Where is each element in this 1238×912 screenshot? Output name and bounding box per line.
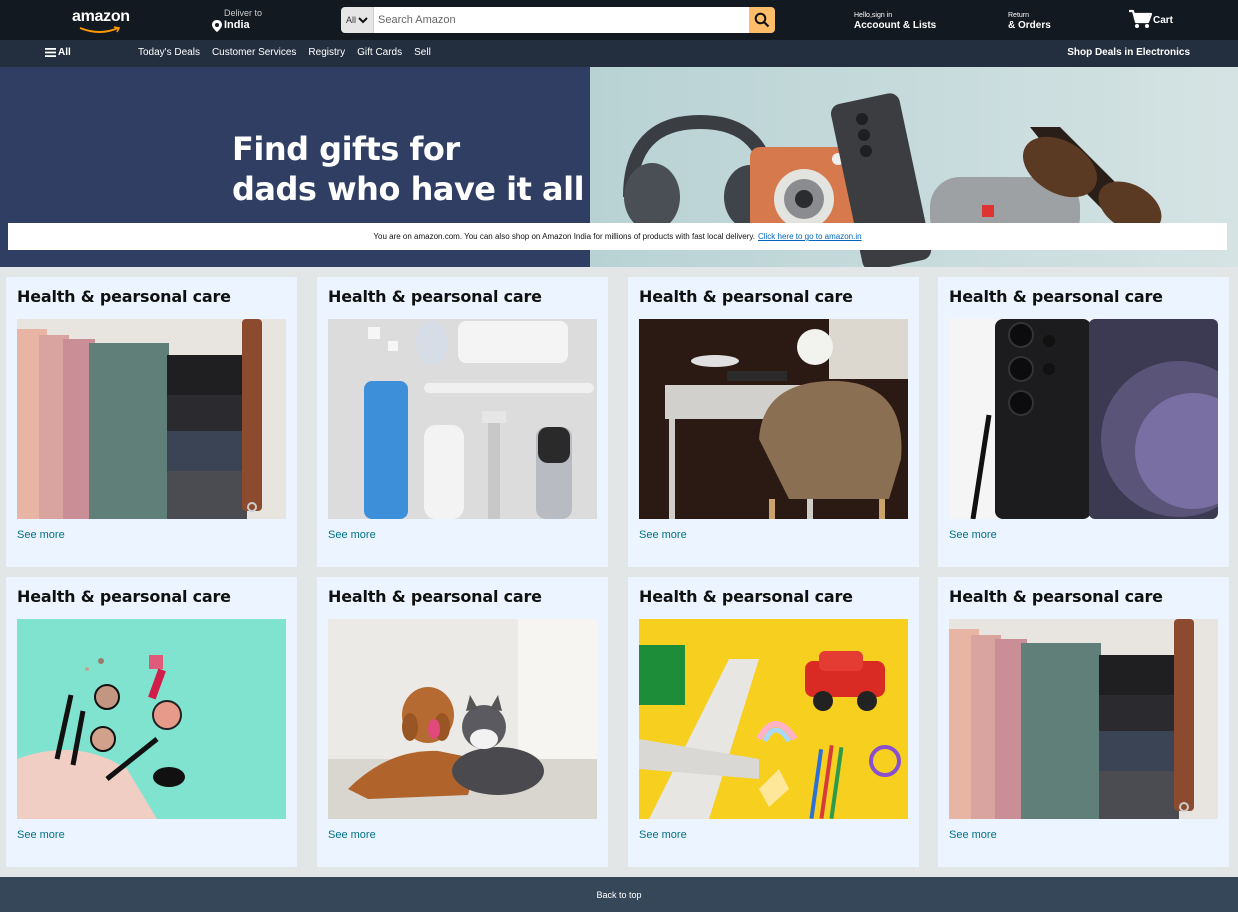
account-greeting: Hello,sign in (854, 12, 893, 19)
returns-label: Return (1008, 12, 1030, 19)
see-more-link[interactable]: See more (328, 829, 376, 841)
hero-headline: Find gifts for dads who have it all (232, 129, 585, 209)
card-title: Health & pearsonal care (639, 587, 853, 606)
nav-bar: All Today's Deals Customer Services Regi… (0, 40, 1238, 67)
see-more-link[interactable]: See more (328, 529, 376, 541)
back-to-top-bar[interactable]: Back to top (0, 877, 1238, 912)
search-icon (754, 12, 770, 28)
deliver-label: Deliver to (224, 8, 263, 18)
back-to-top-label: Back to top (596, 889, 642, 900)
see-more-link[interactable]: See more (17, 529, 65, 541)
location-pin-icon (212, 19, 222, 32)
see-more-link[interactable]: See more (949, 529, 997, 541)
card-title: Health & pearsonal care (639, 287, 853, 306)
category-card: Health & pearsonal care See more (317, 577, 608, 867)
card-image-hangers[interactable] (17, 319, 286, 519)
card-image-dog-and-cat[interactable] (328, 619, 597, 819)
all-menu-label: All (58, 47, 71, 58)
see-more-link[interactable]: See more (949, 829, 997, 841)
category-card: Health & pearsonal care See more (6, 277, 297, 567)
logo-smile-icon (79, 26, 121, 33)
orders-label: & Orders (1008, 20, 1051, 31)
category-card: Health & pearsonal care See more (628, 577, 919, 867)
card-image-makeup[interactable] (17, 619, 286, 819)
card-title: Health & pearsonal care (328, 587, 542, 606)
nav-link-todays-deals[interactable]: Today's Deals (138, 47, 200, 58)
search-bar: All (341, 7, 775, 33)
account-label: Accoount & Lists (854, 20, 937, 31)
returns-and-orders[interactable]: Return & Orders (1008, 12, 1051, 31)
cart-label: Cart (1153, 15, 1174, 26)
search-category-label: All (345, 15, 356, 25)
locale-notice-text: You are on amazon.com. You can also shop… (373, 232, 755, 241)
see-more-link[interactable]: See more (639, 829, 687, 841)
all-menu-button[interactable]: All (45, 47, 71, 58)
card-image-hangers[interactable] (949, 619, 1218, 819)
amazon-logo[interactable]: amazon (72, 8, 130, 34)
search-input[interactable] (374, 7, 749, 33)
category-card: Health & pearsonal care See more (938, 277, 1229, 567)
category-card: Health & pearsonal care See more (6, 577, 297, 867)
deliver-to[interactable]: Deliver to India (212, 8, 262, 32)
category-card-grid: Health & pearsonal care See more Health … (6, 277, 1229, 867)
nav-links: Today's Deals Customer Services Registry… (138, 47, 431, 58)
logo-text: amazon (72, 8, 130, 25)
search-button[interactable] (749, 7, 775, 33)
nav-link-sell[interactable]: Sell (414, 47, 431, 58)
top-bar: amazon Deliver to India All Search Amazo… (0, 0, 1238, 40)
category-card: Health & pearsonal care See more (938, 577, 1229, 867)
nav-link-gift-cards[interactable]: Gift Cards (357, 47, 402, 58)
deliver-location: India (224, 19, 250, 31)
nav-link-shop-deals-electronics[interactable]: Shop Deals in Electronics (1067, 47, 1190, 58)
category-card: Health & pearsonal care See more (628, 277, 919, 567)
amazon-in-link[interactable]: Click here to go to amazon.in (758, 232, 862, 241)
card-image-toys[interactable] (639, 619, 908, 819)
account-and-lists[interactable]: Hello,sign in Accoount & Lists (854, 12, 936, 31)
card-image-smartphone[interactable] (949, 319, 1218, 519)
cart-icon (1129, 9, 1152, 28)
category-card: Health & pearsonal care See more (317, 277, 608, 567)
search-category-select[interactable]: All (341, 7, 374, 33)
card-image-desk-chair[interactable] (639, 319, 908, 519)
cart-button[interactable]: Cart (1128, 9, 1173, 29)
hero-headline-line1: Find gifts for (232, 130, 460, 168)
hero-headline-line2: dads who have it all (232, 170, 585, 208)
card-title: Health & pearsonal care (949, 287, 1163, 306)
nav-link-registry[interactable]: Registry (308, 47, 345, 58)
card-title: Health & pearsonal care (328, 287, 542, 306)
nav-link-customer-services[interactable]: Customer Services (212, 47, 296, 58)
card-title: Health & pearsonal care (17, 587, 231, 606)
see-more-link[interactable]: See more (639, 529, 687, 541)
see-more-link[interactable]: See more (17, 829, 65, 841)
hamburger-menu-icon (45, 48, 56, 57)
card-title: Health & pearsonal care (17, 287, 231, 306)
card-title: Health & pearsonal care (949, 587, 1163, 606)
card-image-toiletries[interactable] (328, 319, 597, 519)
locale-notice: You are on amazon.com. You can also shop… (8, 223, 1227, 250)
chevron-down-icon (358, 17, 368, 24)
